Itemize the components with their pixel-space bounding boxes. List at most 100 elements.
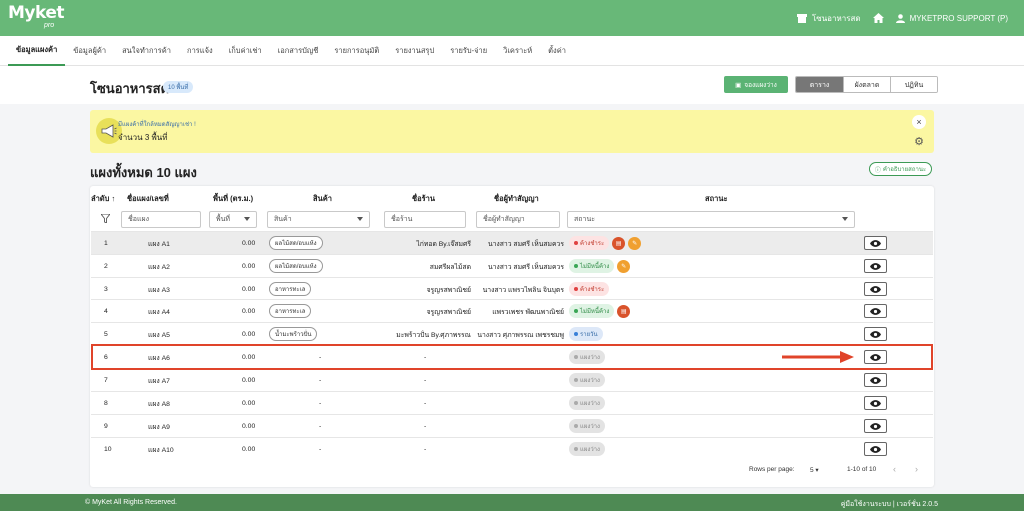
table-row[interactable]: 4 แผง A4 0.00 อาหารทะเล จรูญรสพาณิชย์ แพรวเพช… (91, 299, 933, 322)
filter-icon[interactable] (101, 214, 110, 223)
table-row[interactable]: 8 แผง A8 0.00 - - แผงว่าง (91, 391, 933, 414)
view-detail-button[interactable] (864, 396, 887, 410)
col-product[interactable]: สินค้า (313, 193, 332, 205)
view-tab-calendar[interactable]: ปฏิทิน (890, 77, 937, 92)
footer: © MyKet All Rights Reserved. คู่มือใช้งา… (0, 494, 1024, 511)
section-title: แผงทั้งหมด 10 แผง (90, 165, 197, 180)
nav-tab-accounting[interactable]: เอกสารบัญชี (270, 36, 327, 66)
count-badge: 10 พื้นที่ (163, 81, 194, 93)
reserve-stall-button[interactable]: ▣ จองแผงว่าง (724, 76, 788, 93)
nav-tab-analytics[interactable]: วิเคราะห์ (495, 36, 540, 66)
row-tenant: นางสาว ศุภาพรรณ เพชรชมพู (477, 331, 564, 339)
row-tenant (476, 415, 564, 437)
logo-text: Myket (8, 3, 65, 23)
filter-tenant-input[interactable]: ชื่อผู้ทำสัญญา (476, 211, 560, 228)
row-product: - (319, 399, 322, 407)
user-menu[interactable]: MYKETPRO SUPPORT (P) (895, 14, 1008, 23)
row-tenant: นางสาว สมศรี เห็นสมควร (487, 240, 564, 248)
view-detail-button[interactable] (864, 259, 887, 273)
nav-tab-rent[interactable]: เก็บค่าเช่า (221, 36, 270, 66)
row-product: - (319, 422, 322, 430)
col-name[interactable]: ชื่อแผง/เลขที่ (127, 193, 169, 205)
nav-tab-settings[interactable]: ตั้งค่า (540, 36, 574, 66)
row-name: แผง A2 (148, 263, 170, 271)
contract-icon[interactable]: ✎ (628, 236, 642, 250)
filter-shop-input[interactable]: ชื่อร้าน (384, 211, 466, 228)
view-detail-button[interactable] (864, 327, 887, 341)
view-tab-map[interactable]: ผังตลาด (843, 77, 890, 92)
view-detail-button[interactable] (864, 282, 887, 296)
market-selector[interactable]: โซนอาหารสด (796, 12, 861, 25)
col-shop[interactable]: ชื่อร้าน (412, 193, 435, 205)
filter-area-select[interactable]: พื้นที่ (209, 211, 257, 228)
table-row[interactable]: 10 แผง A10 0.00 - - แผงว่าง (91, 437, 933, 460)
contract-icon[interactable]: ✎ (617, 259, 631, 273)
col-status[interactable]: สถานะ (705, 193, 728, 205)
next-page-button[interactable]: › (915, 464, 918, 474)
view-detail-button[interactable] (864, 419, 887, 433)
view-detail-button[interactable] (864, 304, 887, 318)
table-row[interactable]: 9 แผง A9 0.00 - - แผงว่าง (91, 414, 933, 437)
close-icon[interactable]: × (912, 115, 926, 129)
table-row[interactable]: 3 แผง A3 0.00 อาหารทะเล จรูญรสพาณิชย์ นางสาว … (91, 277, 933, 300)
view-detail-button[interactable] (864, 236, 887, 250)
col-order[interactable]: ลำดับ ↑ (91, 193, 115, 205)
status-badge: แผงว่าง (569, 373, 605, 387)
row-name: แผง A10 (148, 446, 174, 454)
row-no: 10 (104, 445, 112, 453)
row-no: 4 (104, 307, 108, 315)
status-badge: ค้างชำระ (569, 236, 610, 250)
row-shop: มะพร้าวปั่น By.ศุภาพรรณ (396, 331, 471, 339)
nav-tab-reports[interactable]: รายงานสรุป (387, 36, 442, 66)
row-area: 0.00 (242, 399, 256, 407)
eye-icon (870, 307, 881, 315)
filter-name-input[interactable]: ชื่อแผง (121, 211, 201, 228)
row-tenant: แพรวเพชร พัฒนพาณิชย์ (492, 308, 564, 316)
view-detail-button[interactable] (864, 373, 887, 387)
nav-tab-income[interactable]: รายรับ-จ่าย (442, 36, 495, 66)
logo-sub: pro (44, 22, 55, 29)
manual-version-link[interactable]: คู่มือใช้งานระบบ | เวอร์ชั่น 2.0.5 (841, 499, 938, 510)
row-no: 1 (104, 239, 108, 247)
gear-icon[interactable]: ⚙ (912, 134, 926, 148)
home-button[interactable] (872, 13, 884, 23)
reserve-label: จองแผงว่าง (744, 81, 777, 89)
nav-tab-vendors[interactable]: ข้อมูลผู้ค้า (65, 36, 114, 66)
nav-tab-notify[interactable]: การแจ้ง (179, 36, 221, 66)
row-no: 8 (104, 399, 108, 407)
row-shop: - (424, 445, 427, 453)
page-title: โซนอาหารสด (90, 81, 170, 96)
view-tab-table[interactable]: ตาราง (796, 77, 843, 92)
row-name: แผง A9 (148, 423, 170, 431)
filter-status-select[interactable]: สถานะ (567, 211, 855, 228)
status-badge: รายวัน (569, 327, 603, 341)
table-row[interactable]: 2 แผง A2 0.00 ผลไม้สด/อบแห้ง สมศรีผลไม้สด นาง… (91, 254, 933, 277)
rows-per-page-select[interactable]: 5 ▾ (810, 466, 819, 474)
table-row[interactable]: 7 แผง A7 0.00 - - แผงว่าง (91, 368, 933, 391)
row-no: 3 (104, 285, 108, 293)
home-icon (872, 13, 884, 23)
col-area[interactable]: พื้นที่ (ตร.ม.) (213, 193, 253, 205)
table-row[interactable]: 5 แผง A5 0.00 น้ำมะพร้าวปั่น มะพร้าวปั่น By.… (91, 322, 933, 345)
eye-icon (870, 330, 881, 338)
nav-tab-interested[interactable]: สนใจทำการค้า (114, 36, 179, 66)
view-detail-button[interactable] (864, 442, 887, 456)
help-icon: ⓘ (874, 167, 881, 174)
nav-tab-approvals[interactable]: รายการอนุมัติ (326, 36, 387, 66)
status-badge: ไม่มีหนี้ค้าง (569, 259, 615, 273)
col-tenant[interactable]: ชื่อผู้ทำสัญญา (494, 193, 539, 205)
alert-text: จำนวน 3 พื้นที่ (118, 133, 168, 142)
table-row[interactable]: 1 แผง A1 0.00 ผลไม้สด/อบแห้ง ไก่ทอด By.เจ๊สม… (91, 231, 933, 254)
status-badge: แผงว่าง (569, 419, 605, 433)
eye-icon (870, 239, 881, 247)
prev-page-button[interactable]: ‹ (893, 464, 896, 474)
nav-tab-stalls[interactable]: ข้อมูลแผงค้า (8, 36, 66, 66)
status-legend-button[interactable]: ⓘ คำอธิบายสถานะ (869, 162, 932, 176)
row-area: 0.00 (242, 285, 256, 293)
filter-product-select[interactable]: สินค้า (267, 211, 370, 228)
market-name: โซนอาหารสด (811, 13, 861, 23)
main-nav: ข้อมูลแผงค้า ข้อมูลผู้ค้า สนใจทำการค้า ก… (0, 36, 1024, 66)
document-icon[interactable]: ▤ (612, 236, 626, 250)
app-logo[interactable]: Myket pro (8, 3, 65, 29)
document-icon[interactable]: ▤ (617, 304, 631, 318)
